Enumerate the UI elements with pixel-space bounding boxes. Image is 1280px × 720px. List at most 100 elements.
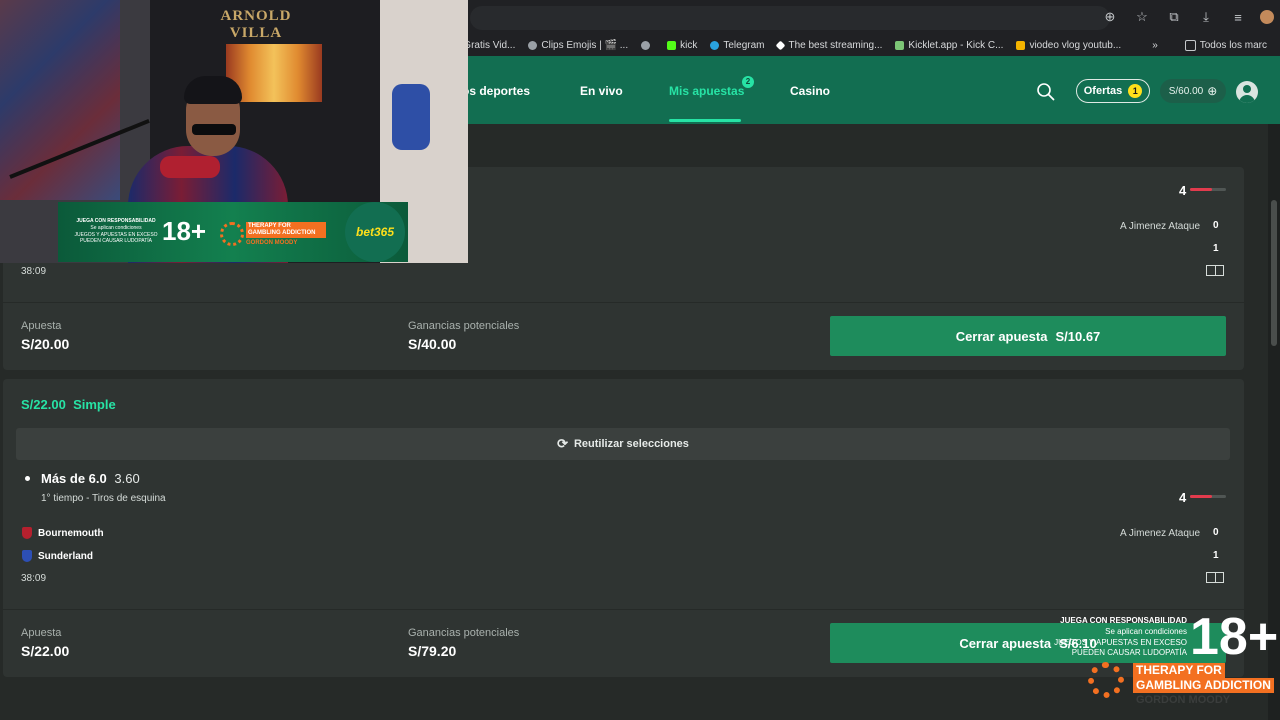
bookmark-video-vlog[interactable]: viodeo vlog youtub... [1016,40,1121,51]
address-bar[interactable] [470,6,1110,30]
offers-count-badge: 1 [1128,84,1143,98]
refresh-icon: ⟳ [557,436,568,451]
bookmark-all-folder[interactable]: Todos los marc [1184,39,1267,51]
pressure-bar [1190,188,1226,191]
kick-icon [667,40,677,50]
home-team-name: Bournemouth [38,527,104,539]
away-score: 1 [1213,243,1219,254]
star-icon[interactable]: ☆ [1126,9,1158,25]
pitch-icon[interactable] [1206,265,1224,276]
streamer-hair [184,76,242,104]
potential-winnings-value: S/79.20 [408,643,457,659]
reuse-selections-button[interactable]: ⟳ Reutilizar selecciones [16,428,1230,460]
globe-icon [528,40,538,50]
away-team: Sunderland [22,550,93,562]
rg-age-limit: 18+ [162,216,207,246]
corners-count: 4 [1179,183,1187,198]
home-score: 0 [1213,527,1219,538]
corners-count: 4 [1179,490,1187,505]
active-tab-indicator [669,119,741,122]
selection-name: Más de 6.0 [41,471,107,486]
rg-overlay-therapy1: THERAPY FOR [1133,663,1225,678]
bournemouth-crest-icon [22,527,32,539]
home-team: Bournemouth [22,527,104,539]
my-bets-count-badge: 2 [742,76,754,88]
rg-overlay-juega: JUEGA CON RESPONSABILIDAD [1060,616,1187,625]
streamer-sign: ARNOLD VILLA [220,8,292,41]
bet-title-amount: S/22.00 [21,397,66,412]
profile-avatar[interactable] [1260,10,1274,24]
potential-winnings-value: S/40.00 [408,336,457,352]
rg-overlay-age-limit: 18+ [1190,608,1279,666]
selection-odds: 3.60 [114,471,140,486]
drive-icon [1016,40,1026,50]
stake-label: Apuesta [21,627,62,639]
webcam-posters [0,0,120,200]
match-clock: 38:09 [21,573,47,584]
cashout-label: Cerrar apuesta [959,635,1052,651]
gordon-moody-logo-icon [220,222,244,246]
pressure-bar [1190,495,1226,498]
balance-amount: S/60.00 [1168,85,1204,97]
cashout-button[interactable]: Cerrar apuesta S/10.67 [830,316,1226,356]
rg-juega-text: JUEGA CON RESPONSABILIDAD [76,218,156,224]
rg-therapy-text: THERAPY FOR GAMBLING ADDICTION [246,222,326,238]
selection: Más de 6.0 3.60 [41,471,140,486]
microphone [160,156,220,178]
attack-indicator: A Jimenez Ataque [1120,221,1201,232]
rg-overlay-therapy2: GAMBLING ADDICTION [1133,678,1274,693]
bet365-logo: bet365 [345,202,405,262]
bookmark-globe[interactable] [641,40,654,50]
bookmark-kick[interactable]: kick [667,40,697,51]
search-icon[interactable] [1036,82,1056,102]
home-score: 0 [1213,220,1219,231]
pitch-icon[interactable] [1206,572,1224,583]
plus-circle-icon: ⊕ [1207,84,1218,98]
potential-winnings-label: Ganancias potenciales [408,320,520,332]
nav-my-bets[interactable]: Mis apuestas [669,84,744,98]
nav-casino[interactable]: Casino [790,84,830,98]
balance-button[interactable]: S/60.00 ⊕ [1160,79,1226,103]
extensions-icon[interactable]: ⧉ [1158,9,1190,25]
market-name: 1° tiempo - Tiros de esquina [41,493,166,504]
match-clock: 38:09 [21,266,47,277]
reuse-selections-label: Reutilizar selecciones [573,438,689,450]
globe-icon [641,40,651,50]
bookmarks-more-button[interactable]: » [1152,40,1158,51]
rg-overlay-aplican: Se aplican condiciones [1105,627,1187,636]
selection-bullet [25,476,30,481]
bet-title-type: Simple [73,397,116,412]
potential-winnings-label: Ganancias potenciales [408,627,520,639]
stake-label: Apuesta [21,320,62,332]
bookmark-streaming[interactable]: The best streaming... [776,40,882,51]
rg-overlay-juegos2: PUEDEN CAUSAR LUDOPATÍA [1071,648,1187,657]
nav-live[interactable]: En vivo [580,84,623,98]
gordon-moody-logo-icon [1088,662,1124,698]
telegram-icon [710,40,720,50]
away-team-name: Sunderland [38,550,94,562]
offers-button[interactable]: Ofertas 1 [1076,79,1150,103]
more-icon: » [1152,39,1158,51]
bookmark-kicklet[interactable]: Kicklet.app - Kick C... [895,40,1003,51]
diamond-icon [776,40,786,50]
stake-value: S/22.00 [21,643,70,659]
offers-label: Ofertas [1083,85,1123,97]
rg-gordon-text: GORDON MOODY [246,240,298,246]
away-score: 1 [1213,550,1219,561]
rg-juegos-text: JUEGOS Y APUESTAS EN EXCESO PUEDEN CAUSA… [74,232,158,244]
user-avatar-icon[interactable] [1236,81,1258,103]
zoom-icon[interactable]: ⊕ [1094,9,1126,25]
kicklet-icon [895,40,905,50]
cashout-label: Cerrar apuesta [955,328,1048,344]
browser-actions: ⊕ ☆ ⧉ ⤓ ≡ [1094,0,1280,34]
card-divider [3,609,1244,610]
media-icon[interactable]: ≡ [1222,10,1254,25]
download-icon[interactable]: ⤓ [1190,9,1222,25]
rg-aplican-text: Se aplican condiciones [90,225,142,231]
bookmark-telegram[interactable]: Telegram [710,40,764,51]
bookmark-clips-emojis[interactable]: Clips Emojis | 🎬 ... [528,40,628,51]
nav-sports[interactable]: os deportes [462,84,530,98]
card-divider [3,302,1244,303]
attack-indicator: A Jimenez Ataque [1120,528,1201,539]
scrollbar-thumb[interactable] [1271,200,1277,346]
